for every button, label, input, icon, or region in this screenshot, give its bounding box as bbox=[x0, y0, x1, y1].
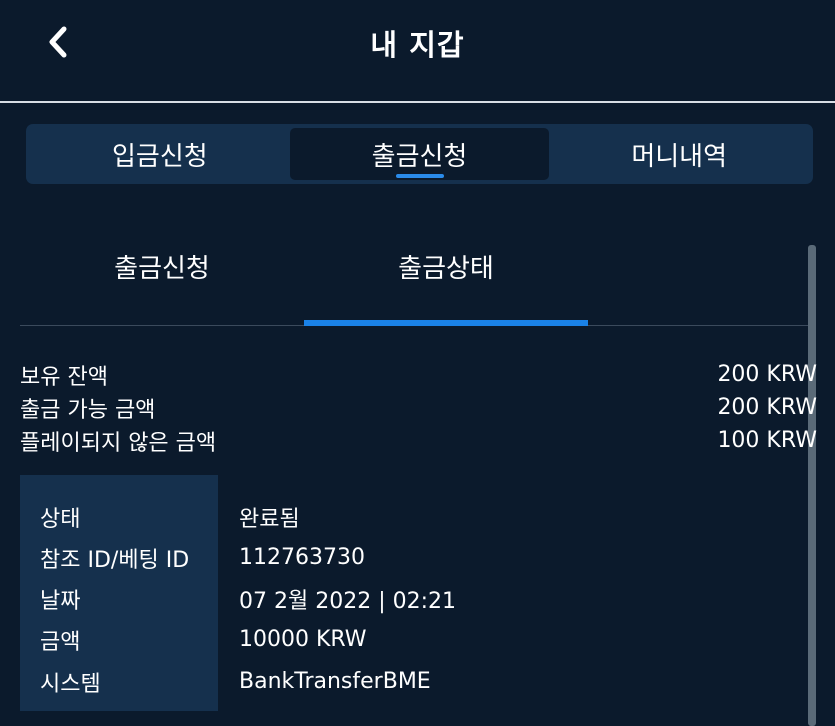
tab-label: 머니내역 bbox=[631, 141, 728, 172]
detail-label: 시스템 bbox=[40, 671, 101, 697]
balance-row-held: 보유 잔액 200 KRW bbox=[20, 358, 817, 391]
tab-label: 출금신청 bbox=[371, 141, 468, 172]
page-title: 내 지갑 bbox=[370, 28, 465, 62]
balance-value: 200 KRW bbox=[717, 362, 817, 387]
subtab-withdraw-request[interactable]: 출금신청 bbox=[20, 236, 304, 325]
detail-value: BankTransferBME bbox=[239, 669, 431, 694]
tab-deposit[interactable]: 입금신청 bbox=[30, 128, 290, 180]
detail-value: 완료됨 bbox=[239, 506, 300, 532]
balance-label: 출금 가능 금액 bbox=[20, 397, 156, 423]
detail-label: 참조 ID/베팅 ID bbox=[40, 547, 190, 573]
app-header: 내 지갑 bbox=[0, 0, 835, 103]
balance-value: 100 KRW bbox=[717, 428, 817, 453]
main-tabs: 입금신청 출금신청 머니내역 bbox=[26, 124, 813, 184]
detail-label: 날짜 bbox=[40, 588, 81, 614]
detail-value: 07 2월 2022 | 02:21 bbox=[239, 588, 457, 614]
active-subtab-indicator bbox=[304, 320, 588, 326]
balance-value: 200 KRW bbox=[717, 395, 817, 420]
tab-money-history[interactable]: 머니내역 bbox=[549, 128, 809, 180]
active-tab-indicator bbox=[395, 174, 444, 178]
detail-row-date: 날짜 07 2월 2022 | 02:21 bbox=[20, 578, 810, 619]
sub-tabs: 출금신청 출금상태 bbox=[20, 236, 815, 326]
subtab-label: 출금상태 bbox=[398, 254, 494, 284]
balance-label: 보유 잔액 bbox=[20, 364, 108, 390]
tab-withdraw[interactable]: 출금신청 bbox=[289, 128, 550, 180]
detail-value: 10000 KRW bbox=[239, 627, 367, 652]
detail-row-system: 시스템 BankTransferBME bbox=[20, 661, 810, 702]
detail-value: 112763730 bbox=[239, 545, 365, 570]
subtab-withdraw-status[interactable]: 출금상태 bbox=[304, 236, 588, 326]
balance-row-unplayed: 플레이되지 않은 금액 100 KRW bbox=[20, 424, 817, 457]
withdrawal-detail-table: 상태 완료됨 참조 ID/베팅 ID 112763730 날짜 07 2월 20… bbox=[20, 475, 810, 711]
balance-label: 플레이되지 않은 금액 bbox=[20, 430, 217, 456]
detail-label: 상태 bbox=[40, 506, 81, 532]
detail-row-status: 상태 완료됨 bbox=[20, 496, 810, 537]
detail-row-amount: 금액 10000 KRW bbox=[20, 619, 810, 660]
detail-label: 금액 bbox=[40, 629, 81, 655]
balance-summary: 보유 잔액 200 KRW 출금 가능 금액 200 KRW 플레이되지 않은 … bbox=[20, 358, 817, 457]
tab-label: 입금신청 bbox=[111, 141, 208, 172]
detail-row-reference-id: 참조 ID/베팅 ID 112763730 bbox=[20, 537, 810, 578]
balance-row-withdrawable: 출금 가능 금액 200 KRW bbox=[20, 391, 817, 424]
subtab-label: 출금신청 bbox=[114, 254, 210, 284]
